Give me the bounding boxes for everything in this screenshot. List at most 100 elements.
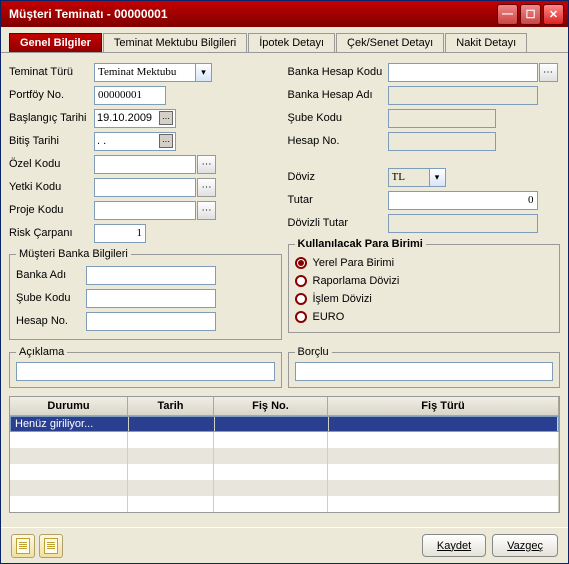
group-musteri-banka: Müşteri Banka Bilgileri Banka Adı Şube K… <box>9 248 282 340</box>
grid-header: Durumu Tarih Fiş No. Fiş Türü <box>10 397 559 416</box>
label-ozel-kodu: Özel Kodu <box>9 158 94 170</box>
input-portfoy-no[interactable] <box>94 86 166 105</box>
input-hesap-no <box>388 132 496 151</box>
input-baslangic-tarihi[interactable]: ⋯ <box>94 109 176 128</box>
input-hesap-no-m[interactable] <box>86 312 216 331</box>
date-field-bitis[interactable] <box>97 135 159 147</box>
calendar-icon[interactable]: ⋯ <box>159 134 173 148</box>
table-row[interactable]: Henüz giriliyor... <box>10 416 559 432</box>
input-bitis-tarihi[interactable]: ⋯ <box>94 132 176 151</box>
lookup-ozel-kodu[interactable]: ⋯ <box>197 155 216 174</box>
tab-ipotek-detayi[interactable]: İpotek Detayı <box>248 33 335 52</box>
label-teminat-turu: Teminat Türü <box>9 66 94 78</box>
input-borclu[interactable] <box>295 362 554 381</box>
label-hesap-no-m: Hesap No. <box>16 315 86 327</box>
tab-teminat-mektubu[interactable]: Teminat Mektubu Bilgileri <box>103 33 247 52</box>
col-durumu[interactable]: Durumu <box>10 397 128 416</box>
tab-nakit-detayi[interactable]: Nakit Detayı <box>445 33 527 52</box>
col-fis-turu[interactable]: Fiş Türü <box>328 397 559 416</box>
label-hesap-no: Hesap No. <box>288 135 388 147</box>
table-row[interactable] <box>10 496 559 512</box>
radio-label-raporlama: Raporlama Dövizi <box>313 275 400 287</box>
tab-cek-senet[interactable]: Çek/Senet Detayı <box>336 33 444 52</box>
date-field-baslangic[interactable] <box>97 112 159 124</box>
label-tutar: Tutar <box>288 194 388 206</box>
label-banka-hesap-kodu: Banka Hesap Kodu <box>288 66 388 78</box>
cell-tarih <box>129 417 215 431</box>
data-grid[interactable]: Durumu Tarih Fiş No. Fiş Türü Henüz giri… <box>9 396 560 513</box>
radio-raporlama-dovizi[interactable]: Raporlama Dövizi <box>295 272 554 290</box>
input-aciklama[interactable] <box>16 362 275 381</box>
calendar-icon[interactable]: ⋯ <box>159 111 173 125</box>
content-area: Teminat Türü Portföy No. Başlangıç Tarih… <box>1 53 568 527</box>
table-row[interactable] <box>10 464 559 480</box>
legend-musteri-banka: Müşteri Banka Bilgileri <box>16 248 131 260</box>
input-banka-hesap-kodu[interactable] <box>388 63 538 82</box>
input-tutar[interactable] <box>388 191 538 210</box>
kaydet-button[interactable]: Kaydet <box>422 534 486 557</box>
input-risk-carpani[interactable] <box>94 224 146 243</box>
lookup-proje-kodu[interactable]: ⋯ <box>197 201 216 220</box>
lookup-yetki-kodu[interactable]: ⋯ <box>197 178 216 197</box>
label-sube-kodu: Şube Kodu <box>288 112 388 124</box>
right-column: Banka Hesap Kodu ⋯ Banka Hesap Adı Şube … <box>288 61 561 340</box>
input-sube-kodu <box>388 109 496 128</box>
table-row[interactable] <box>10 432 559 448</box>
dropdown-teminat-turu[interactable] <box>195 63 212 82</box>
legend-borclu: Borçlu <box>295 346 332 358</box>
label-banka-adi: Banka Adı <box>16 269 86 281</box>
label-sube-kodu-m: Şube Kodu <box>16 292 86 304</box>
grid-body: Henüz giriliyor... <box>10 416 559 512</box>
group-para-birimi: Kullanılacak Para Birimi Yerel Para Biri… <box>288 238 561 333</box>
input-ozel-kodu[interactable] <box>94 155 196 174</box>
label-doviz: Döviz <box>288 171 388 183</box>
legend-aciklama: Açıklama <box>16 346 67 358</box>
table-row[interactable] <box>10 448 559 464</box>
tab-genel-bilgiler[interactable]: Genel Bilgiler <box>9 33 102 52</box>
close-button[interactable]: ✕ <box>543 4 564 25</box>
cell-fis-no <box>215 417 329 431</box>
input-sube-kodu-m[interactable] <box>86 289 216 308</box>
radio-euro[interactable]: EURO <box>295 308 554 326</box>
minimize-button[interactable]: — <box>497 4 518 25</box>
dropdown-doviz[interactable] <box>429 168 446 187</box>
left-column: Teminat Türü Portföy No. Başlangıç Tarih… <box>9 61 282 340</box>
group-borclu: Borçlu <box>288 346 561 388</box>
tab-bar: Genel Bilgiler Teminat Mektubu Bilgileri… <box>1 27 568 53</box>
radio-icon <box>295 275 307 287</box>
radio-label-euro: EURO <box>313 311 345 323</box>
input-proje-kodu[interactable] <box>94 201 196 220</box>
cell-durumu: Henüz giriliyor... <box>11 417 129 431</box>
footer-action-1[interactable] <box>11 534 35 558</box>
document-icon <box>44 538 58 554</box>
table-row[interactable] <box>10 480 559 496</box>
radio-label-yerel: Yerel Para Birimi <box>313 257 395 269</box>
label-bitis: Bitiş Tarihi <box>9 135 94 147</box>
radio-icon <box>295 311 307 323</box>
radio-yerel-para[interactable]: Yerel Para Birimi <box>295 254 554 272</box>
document-icon <box>16 538 30 554</box>
main-window: Müşteri Teminatı - 00000001 — ☐ ✕ Genel … <box>0 0 569 564</box>
window-title: Müşteri Teminatı - 00000001 <box>5 7 497 21</box>
radio-islem-dovizi[interactable]: İşlem Dövizi <box>295 290 554 308</box>
lookup-banka-hesap[interactable]: ⋯ <box>539 63 558 82</box>
titlebar: Müşteri Teminatı - 00000001 — ☐ ✕ <box>1 1 568 27</box>
radio-label-islem: İşlem Dövizi <box>313 293 372 305</box>
col-tarih[interactable]: Tarih <box>128 397 214 416</box>
input-dovizli-tutar <box>388 214 538 233</box>
input-teminat-turu[interactable] <box>94 63 196 82</box>
input-banka-hesap-adi <box>388 86 538 105</box>
footer-action-2[interactable] <box>39 534 63 558</box>
radio-icon <box>295 293 307 305</box>
input-yetki-kodu[interactable] <box>94 178 196 197</box>
label-portfoy-no: Portföy No. <box>9 89 94 101</box>
radio-icon <box>295 257 307 269</box>
col-fis-no[interactable]: Fiş No. <box>214 397 328 416</box>
vazgec-button[interactable]: Vazgeç <box>492 534 558 557</box>
label-baslangic: Başlangıç Tarihi <box>9 112 94 124</box>
cell-fis-turu <box>329 417 558 431</box>
maximize-button[interactable]: ☐ <box>520 4 541 25</box>
label-banka-hesap-adi: Banka Hesap Adı <box>288 89 388 101</box>
footer: Kaydet Vazgeç <box>1 527 568 563</box>
input-banka-adi[interactable] <box>86 266 216 285</box>
